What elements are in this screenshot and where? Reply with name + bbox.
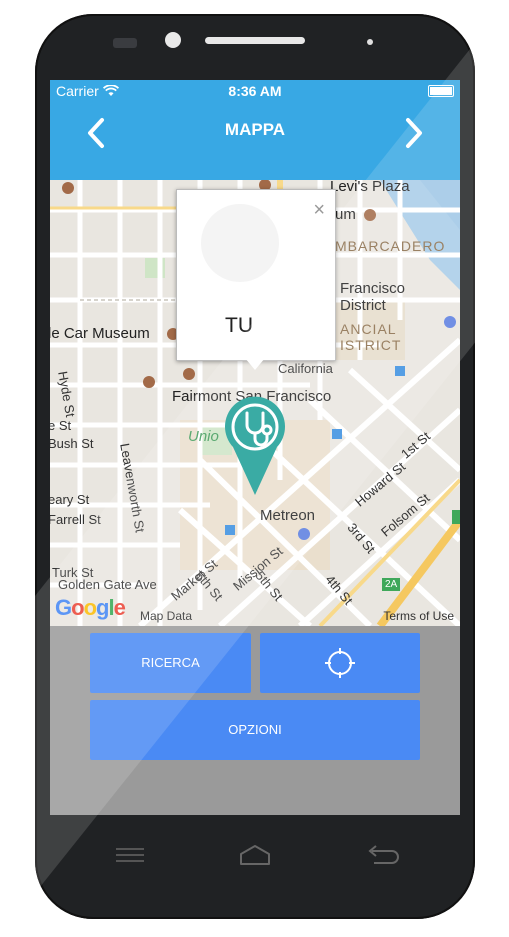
nav-next-button[interactable]	[398, 116, 428, 150]
locate-button[interactable]	[260, 633, 420, 693]
popup-label: TU	[225, 314, 253, 337]
menu-icon[interactable]	[110, 840, 150, 870]
chevron-right-icon	[406, 118, 422, 148]
map-label-california: California	[278, 361, 333, 376]
home-icon[interactable]	[235, 840, 275, 870]
map-label-istrict: ISTRICT	[340, 337, 402, 353]
map-label-highway: 2A	[382, 578, 401, 591]
map-label-francisco: Francisco	[340, 280, 406, 297]
back-icon[interactable]	[362, 840, 402, 870]
map-label-farrell-st: Farrell St	[50, 512, 101, 527]
map-view[interactable]: Levi's Plaza um MBARCADERO Francisco Dis…	[50, 180, 460, 626]
popup-close-button[interactable]: ×	[313, 200, 325, 220]
user-location-marker[interactable]	[221, 395, 289, 499]
map-label-district: District	[340, 297, 386, 314]
battery-icon	[428, 85, 454, 97]
avatar	[201, 204, 279, 282]
nav-bar: MAPPA	[50, 102, 460, 180]
map-label-geary-st: eary St	[50, 492, 90, 507]
front-camera	[165, 32, 181, 48]
search-button[interactable]: RICERCA	[90, 633, 251, 693]
popup-tail	[245, 358, 265, 370]
map-label-embarcadero: MBARCADERO	[335, 238, 446, 254]
map-label-bush-st: Bush St	[50, 436, 94, 451]
status-bar: Carrier 8:36 AM	[50, 80, 460, 102]
proximity-sensor	[367, 39, 373, 45]
map-label-metreon: Metreon	[260, 507, 316, 524]
map-label-union: Unio	[188, 428, 219, 445]
map-label-financial: ANCIAL	[340, 321, 397, 337]
app-screen: Carrier 8:36 AM MAPPA Levi's Plaza um MB…	[50, 80, 460, 815]
map-label-museum: um	[335, 206, 356, 223]
status-time: 8:36 AM	[228, 83, 282, 99]
map-data-label: Map Data	[140, 609, 193, 623]
map-label-e-st: e St	[50, 418, 72, 433]
map-label-levis-plaza: Levi's Plaza	[330, 180, 410, 195]
terms-of-use-link[interactable]: Terms of Use	[383, 609, 454, 623]
marker-info-popup[interactable]: × TU	[176, 189, 336, 361]
map-label-cable-car-museum: le Car Museum	[50, 325, 150, 342]
earpiece-speaker	[205, 37, 305, 44]
front-sensor	[113, 38, 137, 48]
crosshair-icon	[325, 648, 355, 678]
map-label-golden-gate-ave: Golden Gate Ave	[58, 577, 157, 592]
google-logo: Google	[55, 595, 126, 620]
stethoscope-icon	[225, 396, 285, 495]
options-button[interactable]: OPZIONI	[90, 700, 420, 760]
